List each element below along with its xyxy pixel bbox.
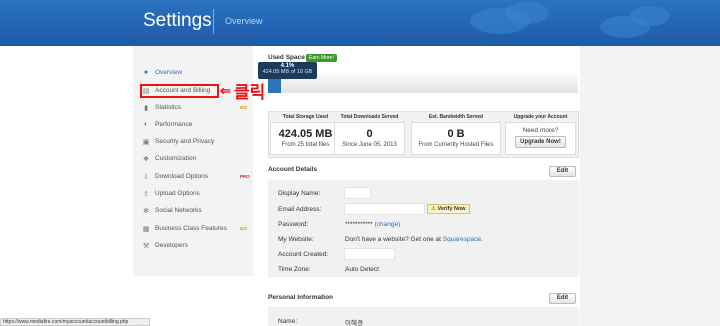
- user-icon: ●: [143, 69, 149, 76]
- stat-sub: From Currently Hosted Files: [418, 142, 494, 148]
- sidebar-item-label: Business Class Features: [155, 225, 227, 232]
- arrow-left-icon: ⇐: [220, 83, 231, 98]
- gauge-icon: ◐: [143, 121, 149, 128]
- cloud-decoration: [505, 2, 549, 24]
- email-value: [344, 203, 425, 215]
- header-overview-link[interactable]: Overview: [225, 16, 263, 26]
- password-value: *********** (change): [345, 221, 400, 228]
- personal-info-panel: [268, 307, 579, 326]
- personal-info-title: Personal Information: [268, 294, 334, 301]
- stat-value: 424.05 MB: [278, 128, 333, 140]
- stat-heading: Upgrade your Account: [513, 114, 568, 120]
- sidebar-item-upload-options[interactable]: ⇧ Upload Options: [142, 186, 200, 201]
- sidebar-item-customization[interactable]: ❖ Customization: [142, 151, 196, 166]
- left-blank-pane: [0, 46, 133, 268]
- sidebar-item-social-networks[interactable]: ✻ Social Networks: [142, 203, 202, 218]
- verify-now-button[interactable]: ⚠ Verify Now: [427, 204, 470, 214]
- email-label: Email Address:: [278, 206, 322, 213]
- warning-icon: ⚠: [431, 206, 436, 212]
- account-created-label: Account Created:: [278, 251, 329, 258]
- sidebar-item-overview[interactable]: ● Overview: [142, 65, 182, 80]
- sidebar-item-download-options[interactable]: ⇩ Download Options: [142, 169, 208, 184]
- change-password-link[interactable]: (change): [375, 221, 401, 228]
- stat-sub: From 25 total files: [281, 142, 330, 148]
- biz-badge: BIZ: [240, 105, 248, 110]
- sidebar-item-statistics[interactable]: ▮ Statistics: [142, 100, 181, 115]
- sidebar-item-label: Developers: [155, 242, 188, 249]
- highlight-box: [140, 84, 219, 98]
- website-label: My Website:: [278, 236, 314, 243]
- stat-storage: Total Storage Used 424.05 MB From 25 tot…: [270, 114, 341, 155]
- personal-edit-button[interactable]: Edit: [549, 293, 576, 304]
- sidebar-item-label: Social Networks: [155, 207, 202, 214]
- cloud-decoration: [630, 6, 670, 26]
- sidebar-item-label: Statistics: [155, 104, 182, 111]
- sidebar-item-business-class[interactable]: ▦ Business Class Features: [142, 221, 227, 236]
- upload-icon: ⇧: [143, 190, 149, 198]
- name-label: Name:: [278, 318, 298, 325]
- stat-value: 0 B: [447, 128, 465, 140]
- palette-icon: ❖: [142, 155, 150, 163]
- sidebar-item-label: Customization: [155, 155, 197, 162]
- stat-heading: Total Storage Used: [282, 114, 329, 120]
- lock-icon: ▣: [142, 138, 150, 146]
- stat-downloads: Total Downloads Served 0 Since June 05, …: [334, 114, 405, 155]
- sidebar-item-label: Download Options: [155, 173, 209, 180]
- stat-sub: Since June 05, 2013: [342, 142, 397, 148]
- password-mask: ***********: [345, 221, 373, 228]
- sidebar-item-performance[interactable]: ◐ Performance: [142, 117, 192, 132]
- annotation-text: 클릭: [234, 83, 266, 102]
- biz-badge: BIZ: [240, 226, 248, 231]
- used-space-label: Used Space: [268, 54, 305, 61]
- website-text: Don't have a website? Get one at: [345, 236, 441, 243]
- share-icon: ✻: [143, 207, 149, 215]
- password-label: Password:: [278, 221, 309, 228]
- browser-status-bar: https://www.mediafire.com/myaccount/acco…: [0, 318, 150, 326]
- sidebar-item-label: Upload Options: [155, 190, 200, 197]
- squarespace-link[interactable]: Squarespace: [443, 236, 481, 243]
- sidebar-item-security[interactable]: ▣ Security and Privacy: [142, 134, 215, 149]
- timezone-label: Time Zone:: [278, 266, 311, 273]
- upgrade-now-button[interactable]: Upgrade Now!: [515, 136, 566, 148]
- right-blank-pane: [580, 46, 720, 326]
- sidebar-item-label: Security and Privacy: [155, 138, 215, 145]
- wrench-icon: ⚒: [142, 242, 150, 250]
- sidebar-item-developers[interactable]: ⚒ Developers: [142, 238, 188, 253]
- earn-more-button[interactable]: Earn More!: [306, 54, 337, 62]
- sidebar-item-label: Performance: [155, 121, 193, 128]
- stat-heading: Est. Bandwidth Served: [428, 114, 484, 120]
- verify-now-label: Verify Now: [437, 206, 466, 212]
- website-period: .: [481, 236, 483, 243]
- display-name-value: [344, 187, 371, 199]
- need-more-text: Need more?: [522, 127, 559, 134]
- page-title: Settings: [143, 10, 212, 31]
- timezone-value: Auto Detect: [345, 266, 379, 273]
- usage-tooltip: 4.1% 424.05 MB of 10 GB: [258, 62, 317, 79]
- display-name-label: Display Name:: [278, 190, 321, 197]
- name-value: 이혜경: [345, 320, 363, 326]
- stat-bandwidth: Est. Bandwidth Served 0 B From Currently…: [411, 114, 501, 155]
- account-edit-button[interactable]: Edit: [549, 166, 576, 177]
- header-bar: Settings Overview: [0, 0, 720, 46]
- chart-icon: ▮: [144, 104, 148, 112]
- account-details-title: Account Details: [268, 166, 318, 173]
- header-divider: [213, 9, 214, 34]
- briefcase-icon: ▦: [142, 225, 150, 233]
- pro-badge: PRO: [240, 174, 250, 179]
- download-icon: ⇩: [143, 173, 149, 181]
- stat-value: 0: [366, 128, 373, 140]
- stat-heading: Total Downloads Served: [340, 114, 399, 120]
- stat-upgrade: Upgrade your Account Need more? Upgrade …: [505, 114, 576, 155]
- website-value: Don't have a website? Get one at Squares…: [345, 236, 483, 243]
- sidebar-item-label: Overview: [155, 69, 183, 76]
- account-created-value: [344, 248, 395, 260]
- usage-detail: 424.05 MB of 10 GB: [262, 69, 313, 75]
